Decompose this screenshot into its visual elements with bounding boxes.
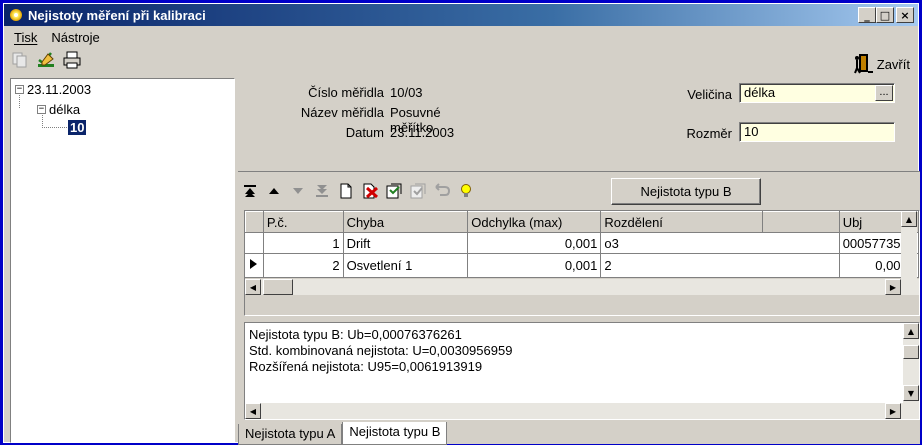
menu-bar: Tisk Nástroje: [12, 29, 102, 46]
next-record-icon[interactable]: [286, 179, 310, 203]
cell-pc[interactable]: 2: [263, 253, 344, 278]
rozmer-input[interactable]: 10: [739, 122, 895, 142]
cell-rozdeleni[interactable]: o3: [600, 232, 840, 254]
main-window: Nejistoty měření při kalibraci _ □ × Tis…: [3, 3, 920, 445]
first-record-icon[interactable]: [238, 179, 262, 203]
scroll-thumb[interactable]: [903, 345, 919, 359]
table-row[interactable]: 2 Osvetlení 1 0,001 2 0,0005: [245, 253, 919, 278]
delete-record-icon[interactable]: [358, 179, 382, 203]
cell-odchylka[interactable]: 0,001: [467, 253, 602, 278]
last-record-icon[interactable]: [310, 179, 334, 203]
tree-node-size-label: 10: [68, 120, 87, 135]
tab-strip: Nejistota typu A Nejistota typu B: [238, 422, 448, 445]
memo-horizontal-scrollbar[interactable]: ◀ ▶: [245, 403, 919, 419]
datum-value: 23.11.2003: [390, 125, 455, 140]
errors-grid: P.č. Chyba Odchylka (max) Rozdělení Ubj …: [244, 210, 920, 316]
title-bar[interactable]: Nejistoty měření při kalibraci _ □ ×: [4, 4, 918, 26]
tab-uncertainty-a[interactable]: Nejistota typu A: [238, 424, 343, 445]
col-pc[interactable]: P.č.: [262, 211, 344, 233]
cell-pc[interactable]: 1: [263, 232, 344, 254]
scroll-left-icon[interactable]: ◀: [245, 279, 261, 295]
velicina-label: Veličina: [687, 87, 732, 102]
post-record-icon[interactable]: [406, 179, 430, 203]
rozmer-value: 10: [744, 124, 759, 139]
col-rozdeleni[interactable]: Rozdělení: [600, 211, 763, 233]
tree-node-size[interactable]: 10: [68, 120, 87, 135]
indicator-header: [245, 211, 264, 233]
cancel-record-icon[interactable]: [430, 179, 454, 203]
new-record-icon[interactable]: [334, 179, 358, 203]
grid-vertical-scrollbar[interactable]: ▲: [901, 211, 917, 281]
menu-tisk[interactable]: Tisk: [12, 29, 39, 46]
row-indicator-current[interactable]: [245, 253, 264, 278]
edit-record-icon[interactable]: [382, 179, 406, 203]
door-exit-icon: [853, 52, 874, 77]
grid-header: P.č. Chyba Odchylka (max) Rozdělení Ubj: [245, 211, 919, 233]
app-icon: [8, 7, 24, 23]
tab-uncertainty-b[interactable]: Nejistota typu B: [342, 422, 448, 445]
col-blank[interactable]: [761, 211, 840, 233]
close-app-label: Zavřít: [876, 57, 910, 72]
hint-bulb-icon[interactable]: [454, 179, 478, 203]
scroll-down-icon[interactable]: ▼: [903, 385, 919, 401]
errors-panel: Nejistota typu B P.č. Chyba Odchylka (ma…: [238, 171, 920, 445]
cell-rozdeleni[interactable]: 2: [600, 253, 840, 278]
main-toolbar: [10, 48, 82, 72]
scroll-up-icon[interactable]: ▲: [901, 211, 917, 227]
grid-toolbar: [238, 178, 478, 204]
scroll-left-icon[interactable]: ◀: [245, 403, 261, 419]
memo-line: Std. kombinovaná nejistota: U=0,00309569…: [249, 343, 513, 358]
rozmer-label: Rozměr: [686, 126, 732, 141]
cell-odchylka[interactable]: 0,001: [467, 232, 602, 254]
minimize-button[interactable]: _: [858, 7, 876, 23]
col-chyba[interactable]: Chyba: [342, 211, 469, 233]
prior-record-icon[interactable]: [262, 179, 286, 203]
cell-chyba[interactable]: Osvetlení 1: [343, 253, 469, 278]
cislo-label: Číslo měřidla: [308, 85, 384, 100]
uncertainty-type-b-button[interactable]: Nejistota typu B: [611, 178, 761, 205]
memo-line: Nejistota typu B: Ub=0,00076376261: [249, 327, 462, 342]
date-tree: − 23.11.2003 − délka 10: [10, 78, 235, 443]
scroll-right-icon[interactable]: ▶: [885, 403, 901, 419]
col-odchylka[interactable]: Odchylka (max): [467, 211, 602, 233]
close-button[interactable]: ×: [896, 7, 914, 23]
results-memo[interactable]: Nejistota typu B: Ub=0,00076376261 Std. …: [244, 322, 920, 420]
close-app-button[interactable]: Zavřít: [853, 52, 910, 77]
cell-chyba[interactable]: Drift: [343, 232, 469, 254]
cislo-value: 10/03: [390, 85, 423, 100]
maximize-button[interactable]: □: [876, 7, 894, 23]
datum-label: Datum: [345, 125, 384, 140]
edit-check-icon[interactable]: [36, 50, 56, 70]
velicina-value: délka: [744, 85, 776, 100]
memo-line: Rozšířená nejistota: U95=0,0061913919: [249, 359, 483, 374]
velicina-select[interactable]: délka ...: [739, 83, 895, 103]
copy-icon[interactable]: [10, 50, 30, 70]
memo-vertical-scrollbar[interactable]: ▲ ▼: [903, 323, 919, 403]
nazev-label: Název měřidla: [300, 105, 384, 120]
print-icon[interactable]: [62, 50, 82, 70]
menu-nastroje[interactable]: Nástroje: [49, 29, 101, 46]
browse-button[interactable]: ...: [875, 85, 893, 101]
grid-horizontal-scrollbar[interactable]: ◀ ▶: [245, 279, 919, 295]
row-indicator[interactable]: [245, 232, 264, 254]
window-title: Nejistoty měření při kalibraci: [28, 7, 206, 23]
scroll-right-icon[interactable]: ▶: [885, 279, 901, 295]
scroll-up-icon[interactable]: ▲: [903, 323, 919, 339]
table-row[interactable]: 1 Drift 0,001 o3 0005773502: [245, 232, 919, 254]
scroll-thumb[interactable]: [263, 279, 293, 295]
